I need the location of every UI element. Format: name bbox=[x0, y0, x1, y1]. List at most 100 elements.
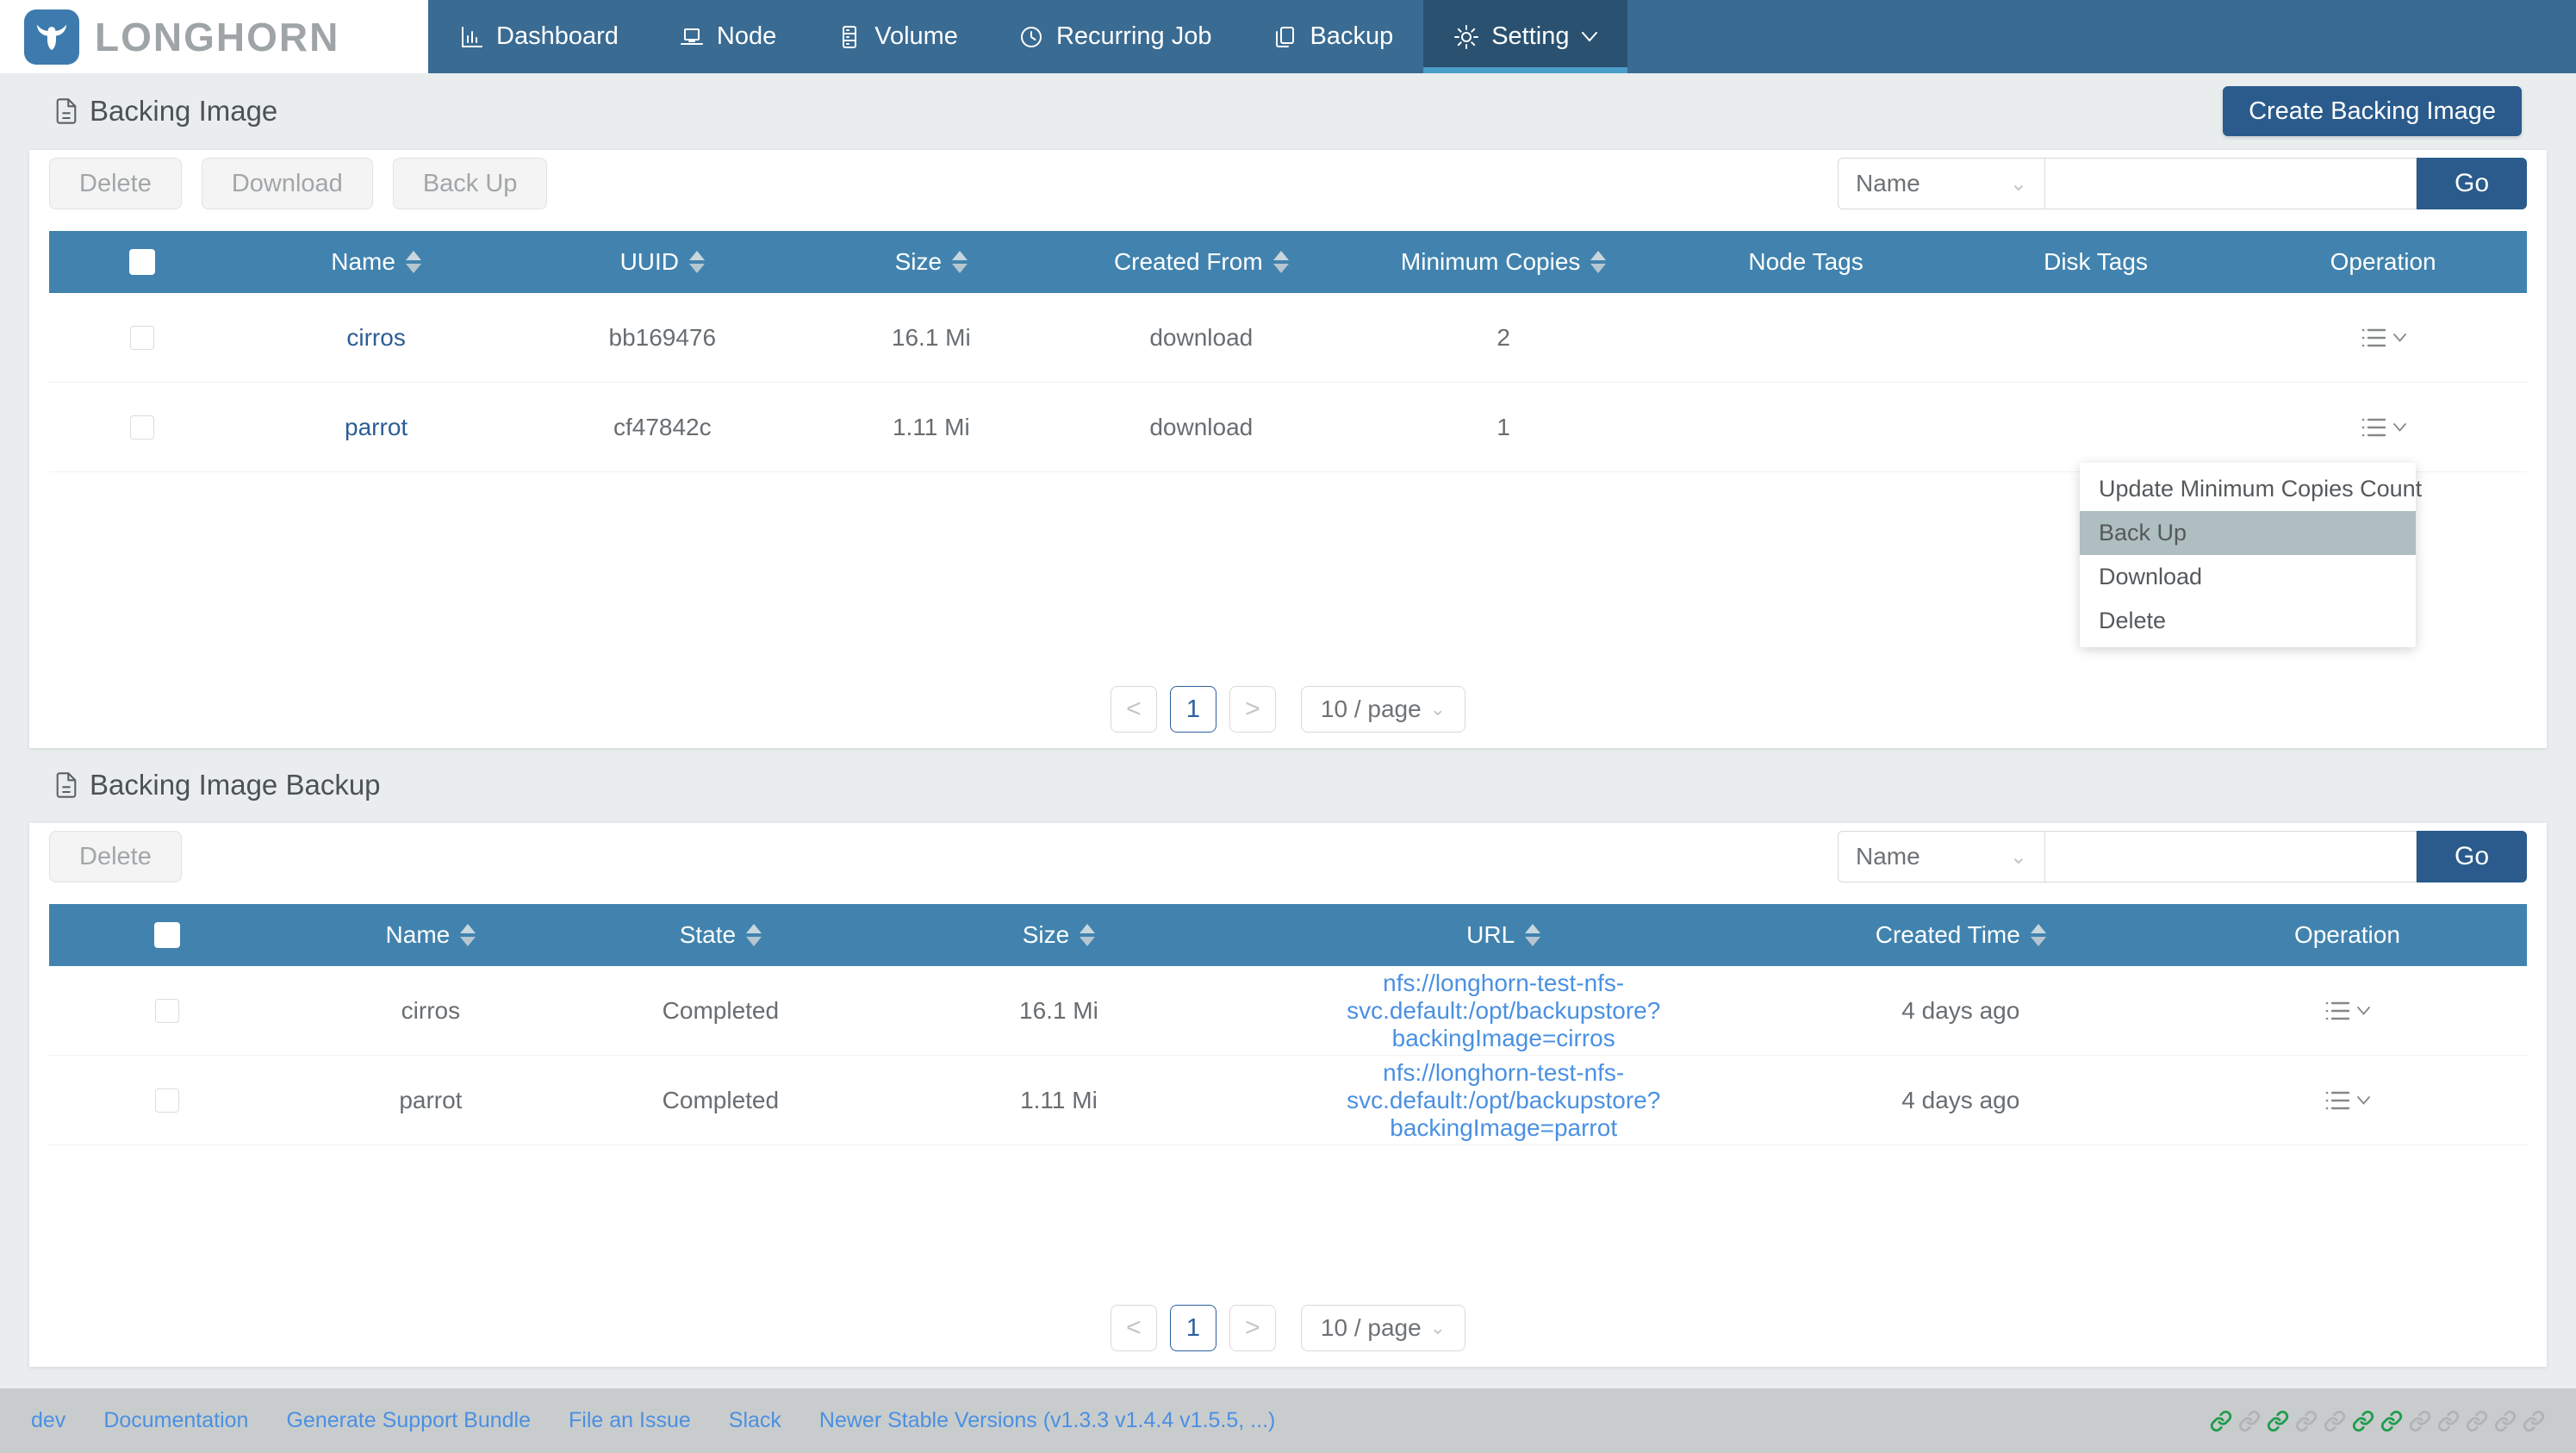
column-header-url[interactable]: URL bbox=[1254, 921, 1754, 949]
column-header-uuid[interactable]: UUID bbox=[518, 248, 807, 276]
backup-pagination: < 1 > 10 / page ⌄ bbox=[29, 1305, 2547, 1351]
column-header-minimum-copies[interactable]: Minimum Copies bbox=[1347, 248, 1659, 276]
column-header-size[interactable]: Size bbox=[864, 921, 1254, 949]
link-icon bbox=[2352, 1410, 2374, 1432]
prev-page-button[interactable]: < bbox=[1111, 1305, 1157, 1351]
uuid-cell: bb169476 bbox=[518, 324, 807, 352]
sort-icon bbox=[746, 924, 762, 946]
menu-item-delete[interactable]: Delete bbox=[2080, 599, 2416, 643]
page-size-select[interactable]: 10 / page ⌄ bbox=[1301, 686, 1465, 733]
menu-item-download[interactable]: Download bbox=[2080, 555, 2416, 599]
menu-item-update-minimum-copies[interactable]: Update Minimum Copies Count bbox=[2080, 467, 2416, 511]
sort-icon bbox=[952, 251, 968, 273]
backup-name-cell: parrot bbox=[284, 1087, 576, 1114]
column-header-size[interactable]: Size bbox=[807, 248, 1055, 276]
prev-page-button[interactable]: < bbox=[1111, 686, 1157, 733]
backing-image-name-link[interactable]: cirros bbox=[346, 324, 405, 352]
column-header-state[interactable]: State bbox=[577, 921, 865, 949]
select-all-checkbox[interactable] bbox=[129, 249, 155, 275]
backing-image-backup-card: Delete Name ⌄ Go Name State Size URL Cre… bbox=[29, 823, 2547, 1367]
operation-context-menu: Update Minimum Copies Count Back Up Down… bbox=[2080, 463, 2416, 647]
created-from-cell: download bbox=[1055, 324, 1347, 352]
column-header-created-from[interactable]: Created From bbox=[1055, 248, 1347, 276]
backup-url-link[interactable]: nfs://longhorn-test-nfs-svc.default:/opt… bbox=[1254, 1059, 1754, 1142]
select-all-checkbox[interactable] bbox=[154, 922, 180, 948]
dashboard-icon bbox=[458, 24, 484, 50]
chevron-down-icon: ⌄ bbox=[2010, 171, 2027, 196]
link-icon bbox=[2409, 1410, 2431, 1432]
operation-menu-trigger[interactable] bbox=[2361, 327, 2406, 349]
search-input[interactable] bbox=[2044, 158, 2417, 209]
backup-table-header: Name State Size URL Created Time Operati… bbox=[49, 904, 2527, 966]
sort-icon bbox=[1525, 924, 1540, 946]
backing-image-title: Backing Image bbox=[54, 95, 277, 128]
created-from-cell: download bbox=[1055, 414, 1347, 441]
footer-link-dev[interactable]: dev bbox=[31, 1408, 65, 1433]
backing-image-name-link[interactable]: parrot bbox=[345, 414, 408, 441]
top-navbar: LONGHORN Dashboard Node Volume Recurring… bbox=[0, 0, 2576, 73]
column-header-created-time[interactable]: Created Time bbox=[1754, 921, 2168, 949]
state-cell: Completed bbox=[577, 997, 865, 1025]
sort-icon bbox=[1080, 924, 1095, 946]
size-cell: 1.11 Mi bbox=[864, 1087, 1254, 1114]
go-button[interactable]: Go bbox=[2417, 831, 2527, 882]
chevron-down-icon bbox=[1582, 32, 1597, 42]
backup-button[interactable]: Back Up bbox=[393, 158, 548, 209]
size-cell: 1.11 Mi bbox=[807, 414, 1055, 441]
search-input[interactable] bbox=[2044, 831, 2417, 882]
sort-icon bbox=[689, 251, 705, 273]
filter-field-select[interactable]: Name ⌄ bbox=[1838, 158, 2044, 209]
nav-item-node[interactable]: Node bbox=[649, 0, 806, 73]
menu-item-back-up[interactable]: Back Up bbox=[2080, 511, 2416, 555]
link-icon bbox=[2238, 1410, 2261, 1432]
page-number-button[interactable]: 1 bbox=[1170, 686, 1216, 733]
operation-list-icon bbox=[2324, 1089, 2350, 1112]
operation-menu-trigger[interactable] bbox=[2324, 1000, 2370, 1022]
filter-field-select[interactable]: Name ⌄ bbox=[1838, 831, 2044, 882]
chevron-down-icon bbox=[2357, 1096, 2370, 1105]
chevron-down-icon: ⌄ bbox=[2010, 845, 2027, 870]
footer-link-support-bundle[interactable]: Generate Support Bundle bbox=[286, 1408, 531, 1433]
sort-icon bbox=[406, 251, 421, 273]
created-time-cell: 4 days ago bbox=[1754, 1087, 2168, 1114]
row-checkbox[interactable] bbox=[155, 1088, 179, 1113]
footer-link-newer-versions[interactable]: Newer Stable Versions (v1.3.3 v1.4.4 v1.… bbox=[819, 1408, 1275, 1433]
chevron-down-icon: ⌄ bbox=[1430, 698, 1446, 720]
operation-list-icon bbox=[2324, 1000, 2350, 1022]
delete-button[interactable]: Delete bbox=[49, 831, 182, 882]
sort-icon bbox=[1273, 251, 1289, 273]
longhorn-logo[interactable]: LONGHORN bbox=[0, 0, 428, 73]
nav-item-dashboard[interactable]: Dashboard bbox=[428, 0, 649, 73]
footer-link-slack[interactable]: Slack bbox=[729, 1408, 781, 1433]
page-number-button[interactable]: 1 bbox=[1170, 1305, 1216, 1351]
backup-url-link[interactable]: nfs://longhorn-test-nfs-svc.default:/opt… bbox=[1254, 970, 1754, 1052]
footer-link-documentation[interactable]: Documentation bbox=[103, 1408, 248, 1433]
column-header-name[interactable]: Name bbox=[284, 921, 576, 949]
nav-item-recurring-job[interactable]: Recurring Job bbox=[988, 0, 1242, 73]
row-checkbox[interactable] bbox=[130, 415, 154, 440]
column-header-name[interactable]: Name bbox=[235, 248, 518, 276]
row-checkbox[interactable] bbox=[130, 326, 154, 350]
operation-menu-trigger[interactable] bbox=[2324, 1089, 2370, 1112]
backing-image-toolbar: Delete Download Back Up Name ⌄ Go bbox=[49, 158, 2527, 209]
operation-menu-trigger[interactable] bbox=[2361, 416, 2406, 439]
create-backing-image-button[interactable]: Create Backing Image bbox=[2223, 86, 2522, 136]
backup-toolbar: Delete Name ⌄ Go bbox=[49, 831, 2527, 882]
next-page-button[interactable]: > bbox=[1229, 1305, 1276, 1351]
backing-image-backup-title: Backing Image Backup bbox=[54, 769, 381, 801]
column-header-disk-tags: Disk Tags bbox=[1952, 248, 2240, 276]
row-checkbox[interactable] bbox=[155, 999, 179, 1023]
delete-button[interactable]: Delete bbox=[49, 158, 182, 209]
footer-link-file-issue[interactable]: File an Issue bbox=[569, 1408, 691, 1433]
nav-item-setting[interactable]: Setting bbox=[1423, 0, 1627, 73]
next-page-button[interactable]: > bbox=[1229, 686, 1276, 733]
chevron-down-icon bbox=[2393, 423, 2406, 432]
column-header-node-tags: Node Tags bbox=[1659, 248, 1951, 276]
minimum-copies-cell: 1 bbox=[1347, 414, 1659, 441]
nav-item-volume[interactable]: Volume bbox=[806, 0, 988, 73]
file-icon bbox=[54, 771, 78, 799]
download-button[interactable]: Download bbox=[202, 158, 373, 209]
go-button[interactable]: Go bbox=[2417, 158, 2527, 209]
page-size-select[interactable]: 10 / page ⌄ bbox=[1301, 1305, 1465, 1351]
nav-item-backup[interactable]: Backup bbox=[1241, 0, 1423, 73]
